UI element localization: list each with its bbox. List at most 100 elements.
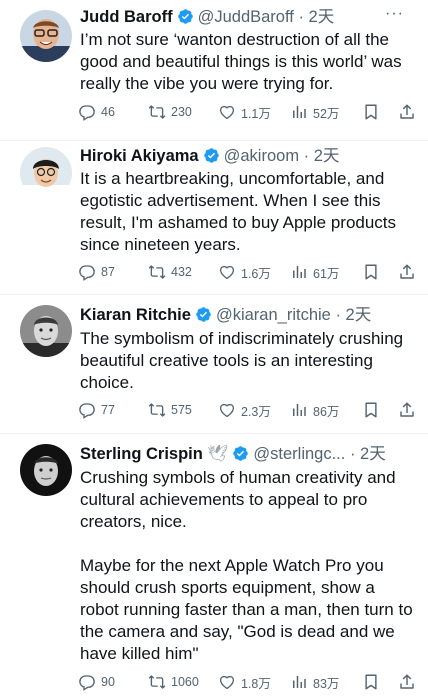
retweet-button[interactable]: 230 — [148, 102, 192, 122]
views-button[interactable]: 83万 — [290, 672, 339, 692]
avatar[interactable] — [20, 147, 72, 199]
like-button[interactable]: 1.8万 — [218, 672, 271, 692]
more-options-icon[interactable]: ··· — [385, 6, 404, 22]
like-button[interactable]: 1.6万 — [218, 262, 271, 282]
action-bar: 90 1060 1.8万 83万 — [78, 672, 418, 692]
heart-icon — [218, 263, 236, 281]
reply-button[interactable]: 90 — [78, 672, 115, 692]
retweet-count: 1060 — [171, 675, 199, 689]
reply-icon — [78, 673, 96, 691]
verified-badge-icon — [232, 445, 249, 462]
like-count: 1.8万 — [241, 676, 271, 691]
heart-icon — [218, 673, 236, 691]
bar-chart-icon — [290, 263, 308, 281]
bookmark-icon — [362, 673, 380, 691]
bar-chart-icon — [290, 673, 308, 691]
share-icon — [398, 263, 416, 281]
tweet[interactable]: Hiroki Akiyama @akiroom · 2天 It is a hear… — [0, 141, 428, 295]
timestamp[interactable]: · 2天 — [350, 445, 386, 463]
like-button[interactable]: 2.3万 — [218, 400, 271, 420]
retweet-icon — [148, 263, 166, 281]
reply-count: 90 — [101, 675, 115, 689]
share-icon — [398, 103, 416, 121]
reply-button[interactable]: 46 — [78, 102, 115, 122]
bookmark-button[interactable] — [362, 102, 380, 122]
reply-count: 77 — [101, 403, 115, 417]
action-bar: 77 575 2.3万 86万 — [78, 400, 418, 420]
tweet-header: Kiaran Ritchie @kiaran_ritchie · 2天 — [80, 304, 418, 326]
like-count: 1.1万 — [241, 106, 271, 121]
share-button[interactable] — [398, 672, 416, 692]
timestamp[interactable]: · 2天 — [335, 306, 371, 324]
action-bar: 87 432 1.6万 61万 — [78, 262, 418, 282]
action-bar: 46 230 1.1万 52万 — [78, 102, 418, 122]
tweet-text: Crushing symbols of human creativity and… — [80, 468, 413, 663]
share-button[interactable] — [398, 102, 416, 122]
author-handle[interactable]: @kiaran_ritchie — [216, 306, 331, 324]
bookmark-button[interactable] — [362, 400, 380, 420]
heart-icon — [218, 103, 236, 121]
tweet[interactable]: Kiaran Ritchie @kiaran_ritchie · 2天 The s… — [0, 295, 428, 434]
author-name[interactable]: Judd Baroff — [80, 8, 173, 26]
bookmark-icon — [362, 263, 380, 281]
avatar[interactable] — [20, 444, 72, 496]
retweet-count: 432 — [171, 265, 192, 279]
bookmark-icon — [362, 401, 380, 419]
tweet-text: The symbolism of indiscriminately crushi… — [80, 329, 404, 392]
view-count: 61万 — [313, 266, 340, 281]
author-name[interactable]: Sterling Crispin — [80, 445, 203, 463]
retweet-button[interactable]: 575 — [148, 400, 192, 420]
tweet-header: Hiroki Akiyama @akiroom · 2天 — [80, 145, 418, 167]
reply-icon — [78, 103, 96, 121]
retweet-count: 575 — [171, 403, 192, 417]
retweet-count: 230 — [171, 105, 192, 119]
view-count: 86万 — [313, 404, 340, 419]
tweet-header: Judd Baroff @JuddBaroff · 2天 ··· — [80, 6, 418, 28]
view-count: 83万 — [313, 676, 340, 691]
avatar[interactable] — [20, 305, 72, 357]
author-handle[interactable]: @akiroom — [224, 147, 299, 165]
bookmark-icon — [362, 103, 380, 121]
verified-badge-icon — [203, 147, 220, 164]
reply-icon — [78, 401, 96, 419]
verified-badge-icon — [195, 306, 212, 323]
share-button[interactable] — [398, 400, 416, 420]
like-button[interactable]: 1.1万 — [218, 102, 271, 122]
retweet-button[interactable]: 1060 — [148, 672, 199, 692]
author-name[interactable]: Kiaran Ritchie — [80, 306, 191, 324]
tweet-header: Sterling Crispin 🕊 @sterlingc... · 2天 — [80, 443, 418, 465]
tweet[interactable]: Judd Baroff @JuddBaroff · 2天 ··· I’m not … — [0, 0, 428, 141]
timestamp[interactable]: · 2天 — [304, 147, 340, 165]
tweet[interactable]: Sterling Crispin 🕊 @sterlingc... · 2天 Cru… — [0, 434, 428, 700]
retweet-button[interactable]: 432 — [148, 262, 192, 282]
retweet-icon — [148, 673, 166, 691]
reply-button[interactable]: 77 — [78, 400, 115, 420]
views-button[interactable]: 52万 — [290, 102, 339, 122]
share-icon — [398, 673, 416, 691]
timestamp[interactable]: · 2天 — [298, 8, 334, 26]
share-icon — [398, 401, 416, 419]
like-count: 1.6万 — [241, 266, 271, 281]
reply-icon — [78, 263, 96, 281]
bookmark-button[interactable] — [362, 262, 380, 282]
reply-count: 87 — [101, 265, 115, 279]
view-count: 52万 — [313, 106, 340, 121]
heart-icon — [218, 401, 236, 419]
views-button[interactable]: 61万 — [290, 262, 339, 282]
views-button[interactable]: 86万 — [290, 400, 339, 420]
tweet-text: It is a heartbreaking, uncomfortable, an… — [80, 169, 397, 254]
tweet-text: I’m not sure ‘wanton destruction of all … — [80, 30, 402, 93]
bar-chart-icon — [290, 401, 308, 419]
retweet-icon — [148, 401, 166, 419]
share-button[interactable] — [398, 262, 416, 282]
reply-button[interactable]: 87 — [78, 262, 115, 282]
avatar[interactable] — [20, 10, 72, 62]
bookmark-button[interactable] — [362, 672, 380, 692]
bar-chart-icon — [290, 103, 308, 121]
author-handle[interactable]: @JuddBaroff — [198, 8, 294, 26]
retweet-icon — [148, 103, 166, 121]
reply-count: 46 — [101, 105, 115, 119]
author-handle[interactable]: @sterlingc... — [253, 445, 345, 463]
dove-icon: 🕊 — [207, 445, 229, 463]
author-name[interactable]: Hiroki Akiyama — [80, 147, 199, 165]
